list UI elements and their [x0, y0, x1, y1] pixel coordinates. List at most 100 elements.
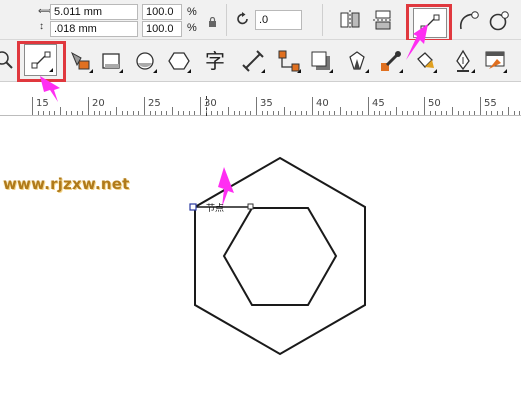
toolbox: 字 [0, 40, 521, 82]
ruler-tick [334, 111, 336, 115]
end-node[interactable] [247, 203, 254, 210]
ruler-tick [278, 111, 280, 115]
interactive-fill-tool[interactable] [482, 48, 508, 74]
ruler-tick [160, 111, 162, 115]
width-field[interactable]: 5.011 mm [50, 4, 138, 20]
inner-hexagon[interactable] [222, 207, 338, 306]
ruler-tick [345, 111, 347, 115]
ruler-tick [256, 97, 257, 115]
ruler-label: 45 [372, 98, 385, 109]
percent-y-label: % [187, 22, 197, 34]
property-bar: ⟺ 5.011 mm ↕ .018 mm 100.0 100.0 % % .0 [0, 0, 521, 42]
mirror-horizontal-icon [340, 10, 360, 30]
drawing-canvas[interactable]: 节点 www.rjzxw.net [0, 117, 521, 401]
ruler-tick [373, 111, 375, 115]
ruler-tick [323, 111, 325, 115]
rotate-icon [236, 12, 250, 31]
ruler-tick [407, 111, 409, 115]
ruler-tick [496, 111, 498, 115]
ruler-tick [233, 111, 235, 115]
zoom-icon [0, 51, 13, 69]
transparency-tool[interactable] [344, 48, 370, 74]
ruler-tick [390, 111, 392, 115]
ruler-position-marker [206, 96, 207, 116]
drop-shadow-tool[interactable] [308, 48, 334, 74]
eyedropper-tool[interactable] [378, 48, 404, 74]
ruler-tick [172, 107, 173, 115]
ruler-tick [82, 111, 84, 115]
ruler-tick [468, 111, 470, 115]
mirror-horizontal-button[interactable] [337, 7, 363, 33]
height-field[interactable]: .018 mm [50, 21, 138, 37]
ruler-tick [446, 111, 448, 115]
ruler-tick [401, 111, 403, 115]
ruler-tick [183, 111, 185, 115]
shape-tool-highlight [17, 41, 66, 82]
ruler-tick [71, 111, 73, 115]
ruler-tick [43, 111, 45, 115]
ruler-tick [474, 111, 476, 115]
lock-icon[interactable] [208, 14, 217, 32]
connector-tool[interactable] [276, 48, 302, 74]
ruler-tick [480, 97, 481, 115]
ruler-tick [284, 107, 285, 115]
horizontal-ruler: 15 20 25 30 35 40 45 50 55 [0, 96, 521, 116]
mirror-vertical-icon [373, 10, 393, 30]
ellipse-tool[interactable] [132, 48, 158, 74]
ruler-tick [435, 111, 437, 115]
polygon-tool[interactable] [166, 48, 192, 74]
ruler-tick [144, 97, 145, 115]
transparency-icon [349, 51, 365, 70]
ruler-label: 15 [36, 98, 49, 109]
ruler-tick [356, 111, 358, 115]
ruler-tick [54, 111, 56, 115]
start-node[interactable] [189, 203, 197, 211]
ruler-tick [317, 111, 319, 115]
ruler-label: 25 [148, 98, 161, 109]
ruler-tick [295, 111, 297, 115]
watermark: www.rjzxw.net [3, 175, 130, 193]
ruler-tick [312, 97, 313, 115]
text-tool[interactable]: 字 [202, 46, 228, 73]
connector-tool-icon [278, 50, 300, 72]
height-arrows-icon: ↕ [39, 21, 44, 32]
ruler-tick [32, 97, 33, 115]
ruler-tick [228, 107, 229, 115]
outline-pen-tool[interactable] [450, 48, 476, 74]
interactive-fill-icon [485, 51, 505, 69]
ruler-tick [289, 111, 291, 115]
ruler-tick [485, 111, 487, 115]
smooth-node-button[interactable] [486, 8, 512, 34]
ruler-tick [166, 111, 168, 115]
ruler-label: 40 [316, 98, 329, 109]
node-label: 节点 [206, 204, 225, 214]
ruler-tick [351, 111, 353, 115]
ruler-tick [306, 111, 308, 115]
rectangle-tool-icon [102, 53, 120, 69]
scale-y-field[interactable]: 100.0 [142, 21, 182, 37]
dimension-tool-icon [242, 50, 264, 72]
mirror-vertical-button[interactable] [370, 7, 396, 33]
zoom-tool[interactable] [0, 48, 18, 74]
ruler-tick [216, 111, 218, 115]
fill-tool[interactable] [412, 48, 438, 74]
rotation-field[interactable]: .0 [255, 10, 302, 30]
dimension-tool[interactable] [240, 48, 266, 74]
ruler-tick [104, 111, 106, 115]
ruler-label: 55 [484, 98, 497, 109]
smart-fill-icon [70, 51, 90, 70]
ruler-tick [48, 111, 50, 115]
rectangle-tool[interactable] [98, 48, 124, 74]
ruler-tick [379, 111, 381, 115]
eyedropper-icon [381, 51, 401, 71]
to-curve-button[interactable] [455, 8, 481, 34]
ruler-tick [424, 97, 425, 115]
smart-fill-tool[interactable] [68, 48, 94, 74]
ruler-tick [155, 111, 157, 115]
curve-segment-icon [460, 11, 479, 30]
ruler-tick [121, 111, 123, 115]
ruler-tick [110, 111, 112, 115]
scale-x-field[interactable]: 100.0 [142, 4, 182, 20]
fill-bucket-icon [417, 52, 434, 68]
ruler-label: 20 [92, 98, 105, 109]
